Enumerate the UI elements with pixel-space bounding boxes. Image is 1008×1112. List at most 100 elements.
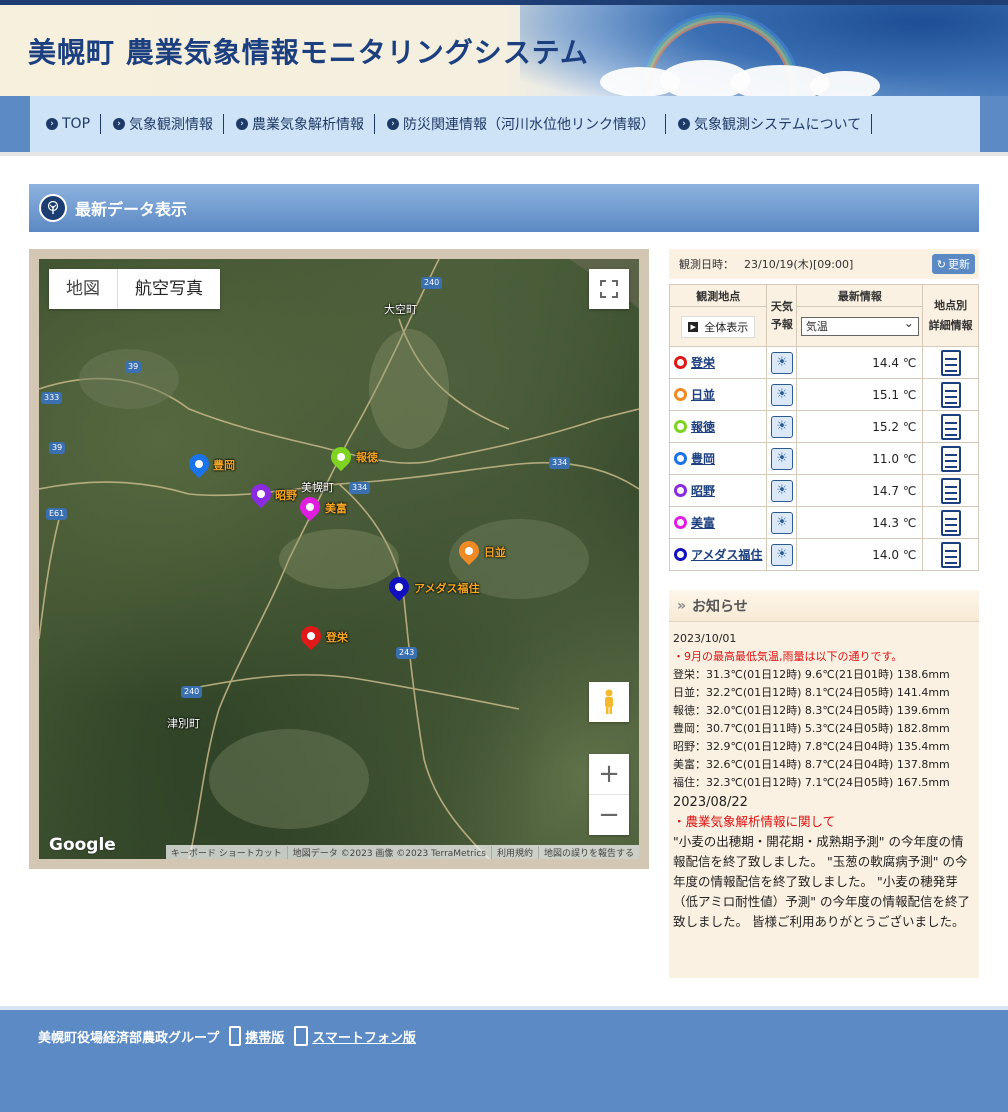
latest-value: 14.7 ℃ bbox=[796, 474, 924, 507]
site-title[interactable]: 美幌町 農業気象情報モニタリングシステム bbox=[28, 31, 589, 71]
document-icon[interactable] bbox=[940, 477, 961, 504]
play-icon: ▶ bbox=[688, 321, 699, 332]
news-line: 豊岡：30.7℃(01日11時) 5.3℃(24日05時) 182.8mm bbox=[673, 722, 950, 735]
station-name-wrap: 豊岡 bbox=[670, 450, 766, 467]
map-place-label: 津別町 bbox=[167, 717, 200, 730]
map-pin-icon bbox=[454, 536, 484, 566]
smartphone-version-link[interactable]: スマートフォン版 bbox=[312, 1027, 416, 1046]
map-frame: 地図 航空写真 + − 大空町 美幌町 津別町 240 39 333 39 E6… bbox=[29, 249, 649, 869]
weather-forecast-icon[interactable]: ☀ bbox=[770, 383, 793, 406]
weather-forecast-icon[interactable]: ☀ bbox=[770, 447, 793, 470]
map-pin-icon bbox=[384, 572, 414, 602]
latest-value: 15.1 ℃ bbox=[796, 378, 924, 411]
map-marker-hotoku[interactable] bbox=[326, 442, 356, 473]
map-marker-shono[interactable] bbox=[246, 479, 276, 510]
station-name-wrap: 美富 bbox=[670, 514, 766, 531]
road-shield: E61 bbox=[46, 508, 68, 520]
map-marker-bitomi[interactable] bbox=[295, 492, 325, 523]
station-link[interactable]: 豊岡 bbox=[691, 450, 715, 467]
station-link[interactable]: アメダス福住 bbox=[691, 546, 762, 563]
news-panel: » お知らせ 2023/10/01 ・9月の最高最低気温,雨量は以下の通りです。 … bbox=[669, 590, 979, 978]
station-name-wrap: 登栄 bbox=[670, 354, 766, 371]
document-icon[interactable] bbox=[940, 445, 961, 472]
satellite-map[interactable]: 地図 航空写真 + − 大空町 美幌町 津別町 240 39 333 39 E6… bbox=[39, 259, 639, 859]
nav-item-weather-observation[interactable]: › 気象観測情報 bbox=[113, 114, 225, 134]
datetime-value: 23/10/19(木)[09:00] bbox=[744, 258, 854, 271]
col-header-forecast-line: 予報 bbox=[770, 317, 793, 331]
nav-item-disaster-info[interactable]: › 防災関連情報（河川水位他リンク情報） bbox=[387, 114, 667, 134]
forecast-cell: ☀ bbox=[766, 378, 798, 411]
map-type-button[interactable]: 地図 bbox=[49, 269, 117, 309]
nav-item-top[interactable]: › TOP bbox=[46, 114, 102, 134]
map-pin-icon bbox=[246, 479, 276, 509]
show-all-button[interactable]: ▶ 全体表示 bbox=[681, 315, 756, 338]
road-shield: 39 bbox=[49, 442, 66, 454]
station-link[interactable]: 報徳 bbox=[691, 418, 715, 435]
map-pin-icon bbox=[295, 492, 325, 522]
element-select[interactable]: 気温 bbox=[800, 315, 919, 336]
map-marker-amedas-fukuzumi[interactable] bbox=[384, 572, 414, 603]
google-logo: Google bbox=[49, 835, 116, 855]
refresh-button[interactable]: ↻ 更新 bbox=[931, 254, 975, 274]
document-icon[interactable] bbox=[940, 509, 961, 536]
weather-forecast-icon[interactable]: ☀ bbox=[770, 543, 793, 566]
smartphone-icon bbox=[294, 1026, 309, 1046]
report-error-link[interactable]: 地図の誤りを報告する bbox=[537, 845, 639, 859]
detail-cell bbox=[922, 474, 979, 507]
map-place-label: 美幌町 bbox=[301, 481, 334, 494]
station-cell: 美富 bbox=[668, 506, 768, 539]
station-link[interactable]: 日並 bbox=[691, 386, 715, 403]
keyboard-shortcuts-link[interactable]: キーボード ショートカット bbox=[166, 846, 287, 859]
station-link[interactable]: 美富 bbox=[691, 514, 715, 531]
mobile-version-link[interactable]: 携帯版 bbox=[245, 1027, 284, 1046]
latest-value: 14.0 ℃ bbox=[796, 538, 924, 571]
col-header-latest: 最新情報 bbox=[796, 284, 924, 307]
nav-label: TOP bbox=[62, 116, 91, 132]
document-icon[interactable] bbox=[940, 541, 961, 568]
weather-forecast-icon[interactable]: ☀ bbox=[770, 479, 793, 502]
refresh-label: 更新 bbox=[948, 258, 970, 271]
document-icon[interactable] bbox=[940, 413, 961, 440]
fullscreen-button[interactable] bbox=[589, 269, 629, 309]
news-body: 2023/10/01 ・9月の最高最低気温,雨量は以下の通りです。 登栄：31.… bbox=[669, 622, 979, 932]
zoom-out-button[interactable]: − bbox=[589, 795, 629, 835]
map-marker-label: 報徳 bbox=[356, 451, 378, 464]
map-marker-label: 昭野 bbox=[275, 489, 297, 502]
news-line: 日並：32.2℃(01日12時) 8.1℃(24日05時) 141.4mm bbox=[673, 686, 950, 699]
map-marker-label: 日並 bbox=[484, 546, 506, 559]
station-marker-icon bbox=[674, 484, 687, 497]
header-cloud bbox=[810, 71, 880, 96]
section-header: 最新データ表示 bbox=[29, 184, 979, 232]
weather-forecast-icon[interactable]: ☀ bbox=[770, 351, 793, 374]
document-icon[interactable] bbox=[940, 349, 961, 376]
site-header: 美幌町 農業気象情報モニタリングシステム bbox=[0, 0, 1008, 96]
col-header-station: 観測地点 bbox=[668, 284, 768, 307]
nav-item-about-system[interactable]: › 気象観測システムについて bbox=[678, 114, 873, 134]
station-link[interactable]: 登栄 bbox=[691, 354, 715, 371]
weather-forecast-icon[interactable]: ☀ bbox=[770, 511, 793, 534]
zoom-in-button[interactable]: + bbox=[589, 755, 629, 795]
news-date: 2023/10/01 bbox=[673, 632, 737, 645]
map-marker-toei[interactable] bbox=[296, 621, 326, 652]
weather-forecast-icon[interactable]: ☀ bbox=[770, 415, 793, 438]
satellite-type-button[interactable]: 航空写真 bbox=[117, 269, 220, 309]
news-line: 美富：32.6℃(01日14時) 8.7℃(24日04時) 137.8mm bbox=[673, 758, 950, 771]
station-link[interactable]: 昭野 bbox=[691, 482, 715, 499]
map-marker-hinami[interactable] bbox=[454, 536, 484, 567]
map-marker-toyooka[interactable] bbox=[184, 449, 214, 480]
street-view-button[interactable] bbox=[589, 682, 629, 722]
station-marker-icon bbox=[674, 516, 687, 529]
terms-link[interactable]: 利用規約 bbox=[490, 845, 538, 859]
map-attribution: キーボード ショートカット 地図データ ©2023 画像 ©2023 Terra… bbox=[165, 845, 639, 859]
detail-cell bbox=[922, 410, 979, 443]
chevron-right-icon: › bbox=[236, 118, 249, 130]
station-marker-icon bbox=[674, 356, 687, 369]
table-row: 昭野 ☀ 14.7 ℃ bbox=[668, 474, 979, 507]
station-cell: 豊岡 bbox=[668, 442, 768, 475]
mobile-phone-icon bbox=[229, 1026, 242, 1046]
nav-item-agri-analysis[interactable]: › 農業気象解析情報 bbox=[236, 114, 376, 134]
document-icon[interactable] bbox=[940, 381, 961, 408]
map-marker-label: 登栄 bbox=[326, 631, 348, 644]
map-marker-label: 美富 bbox=[325, 502, 347, 515]
table-row: アメダス福住 ☀ 14.0 ℃ bbox=[668, 538, 979, 571]
